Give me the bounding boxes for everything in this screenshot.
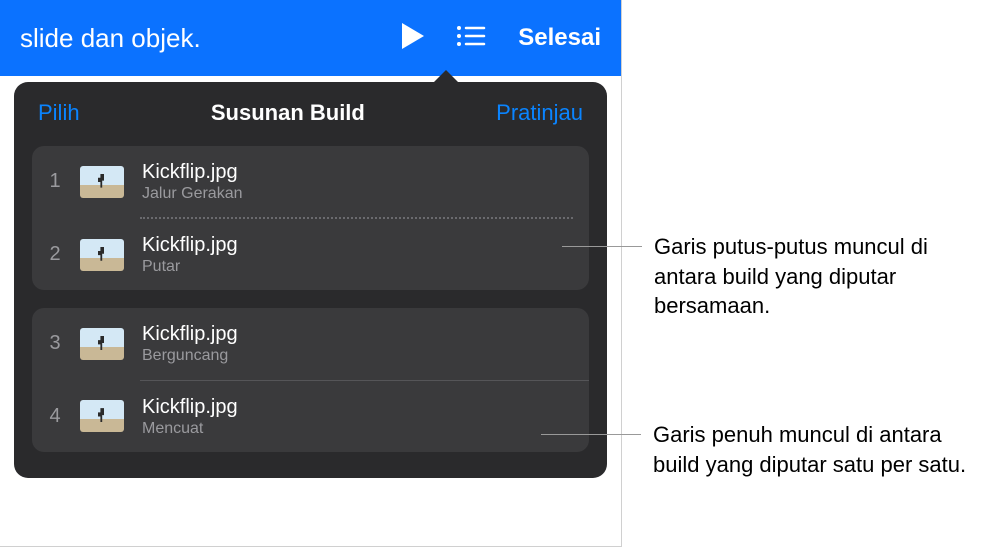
select-button[interactable]: Pilih (38, 100, 80, 126)
popover-header: Pilih Susunan Build Pratinjau (32, 100, 589, 126)
callout-text: Garis penuh muncul di antara build yang … (653, 420, 993, 479)
build-effect: Mencuat (142, 419, 573, 438)
build-group: 1 Kickflip.jpg Jalur Gerakan 2 Kickflip.… (32, 146, 589, 290)
play-icon[interactable] (402, 23, 424, 54)
build-thumbnail (80, 239, 124, 271)
build-effect: Putar (142, 257, 573, 276)
done-button[interactable]: Selesai (518, 24, 601, 52)
build-row[interactable]: 1 Kickflip.jpg Jalur Gerakan (32, 146, 589, 217)
build-effect: Jalur Gerakan (142, 184, 573, 203)
build-row[interactable]: 2 Kickflip.jpg Putar (32, 219, 589, 290)
build-thumbnail (80, 400, 124, 432)
build-row[interactable]: 3 Kickflip.jpg Berguncang (32, 308, 589, 379)
callout-solid-line: Garis penuh muncul di antara build yang … (541, 420, 993, 479)
popover-title: Susunan Build (211, 100, 365, 126)
build-title: Kickflip.jpg (142, 322, 573, 346)
build-title: Kickflip.jpg (142, 395, 573, 419)
build-title: Kickflip.jpg (142, 160, 573, 184)
build-index: 2 (48, 243, 62, 266)
build-group: 3 Kickflip.jpg Berguncang 4 Kickflip.jpg… (32, 308, 589, 451)
callout-text: Garis putus-putus muncul di antara build… (654, 232, 994, 321)
build-row[interactable]: 4 Kickflip.jpg Mencuat (32, 381, 589, 452)
callout-leader-line (562, 246, 642, 247)
build-order-icon[interactable] (456, 24, 486, 53)
build-index: 3 (48, 332, 62, 355)
toolbar: slide dan objek. Selesai (0, 0, 621, 76)
callout-leader-line (541, 434, 641, 435)
preview-button[interactable]: Pratinjau (496, 100, 583, 126)
build-thumbnail (80, 328, 124, 360)
build-order-popover: Pilih Susunan Build Pratinjau 1 Kickflip… (14, 82, 607, 478)
build-index: 1 (48, 170, 62, 193)
build-title: Kickflip.jpg (142, 233, 573, 257)
build-effect: Berguncang (142, 346, 573, 365)
build-index: 4 (48, 405, 62, 428)
build-thumbnail (80, 166, 124, 198)
callout-dotted-line: Garis putus-putus muncul di antara build… (562, 232, 994, 321)
popover-arrow (432, 70, 460, 84)
